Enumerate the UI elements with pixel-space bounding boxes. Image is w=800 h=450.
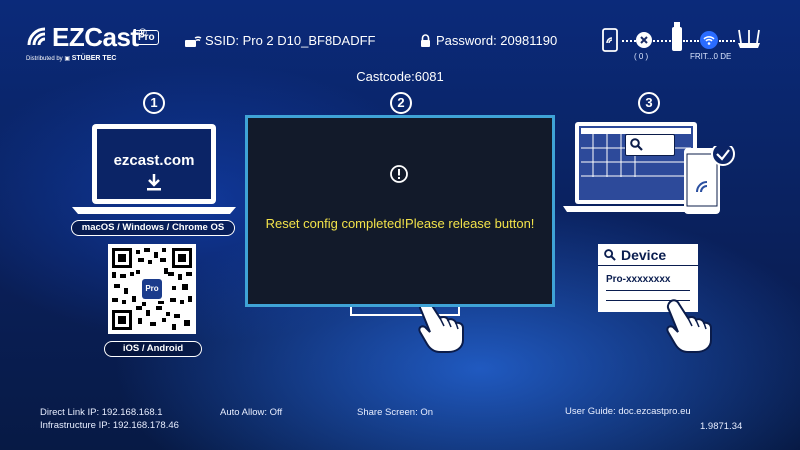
pointing-hand-icon bbox=[666, 299, 712, 353]
share-screen-status: Share Screen: On bbox=[357, 407, 434, 418]
password-info: Password: 20981190 bbox=[420, 33, 557, 48]
download-icon bbox=[147, 174, 161, 191]
step-2-number: 2 bbox=[390, 92, 412, 114]
laptop-illustration: ezcast.com bbox=[72, 124, 236, 220]
link-dots bbox=[683, 40, 699, 42]
infrastructure-ip: Infrastructure IP: 192.168.178.46 bbox=[40, 420, 179, 431]
device-card-header: Device bbox=[598, 244, 698, 266]
firmware-version: 1.9871.34 bbox=[700, 421, 743, 432]
ezcast-mark-icon bbox=[27, 27, 46, 46]
device-count: ( 0 ) bbox=[634, 52, 649, 61]
password-text: Password: 20981190 bbox=[436, 33, 558, 48]
qr-code: Pro bbox=[108, 244, 196, 334]
brand-pro-badge: Pro bbox=[134, 30, 159, 45]
laptop-phone-illustration bbox=[563, 122, 739, 218]
phone-app-icon bbox=[684, 146, 735, 214]
connection-status-chain: ( 0 ) FRIT...0 DE bbox=[600, 22, 780, 68]
direct-link-ip: Direct Link IP: 192.168.168.1 bbox=[40, 407, 163, 418]
link-dots bbox=[719, 40, 735, 42]
qr-pro-badge: Pro bbox=[142, 279, 162, 299]
router-icon bbox=[738, 29, 760, 48]
ssid-text: SSID: Pro 2 D10_BF8DADFF bbox=[205, 33, 376, 48]
disconnected-icon bbox=[636, 32, 652, 48]
dialog-message: Reset config completed!Please release bu… bbox=[265, 216, 535, 231]
warning-icon bbox=[390, 165, 408, 183]
auto-allow-status: Auto Allow: Off bbox=[220, 407, 283, 418]
laptop-url: ezcast.com bbox=[113, 152, 195, 169]
step-3-number: 3 bbox=[638, 92, 660, 114]
search-icon bbox=[630, 138, 643, 151]
wifi-projector-icon bbox=[185, 35, 202, 47]
reset-dialog: Reset config completed!Please release bu… bbox=[245, 115, 555, 307]
mobile-os-label: iOS / Android bbox=[104, 341, 202, 357]
os-label: macOS / Windows / Chrome OS bbox=[71, 220, 235, 236]
link-dots bbox=[653, 40, 671, 42]
link-dots bbox=[622, 40, 636, 42]
search-icon bbox=[604, 248, 616, 261]
castcode: Castcode:6081 bbox=[356, 69, 444, 84]
ssid-info: SSID: Pro 2 D10_BF8DADFF bbox=[184, 33, 376, 48]
search-box bbox=[625, 134, 675, 156]
ezcast-logo: EZCast® Pro Distributed by ▣ STÜBER TEC bbox=[26, 22, 159, 70]
lock-icon bbox=[421, 34, 430, 47]
dongle-icon bbox=[672, 22, 682, 51]
wifi-icon bbox=[700, 31, 718, 49]
device-name: Pro-xxxxxxxx bbox=[606, 274, 671, 285]
device-title: Device bbox=[621, 246, 667, 263]
user-guide: User Guide: doc.ezcastpro.eu bbox=[565, 406, 691, 417]
network-name: FRIT...0 DE bbox=[690, 52, 732, 61]
step-1-number: 1 bbox=[143, 92, 165, 114]
phone-icon bbox=[602, 28, 618, 52]
distributor-line: Distributed by ▣ STÜBER TEC bbox=[26, 55, 117, 62]
brand-name: EZCast® bbox=[52, 22, 147, 52]
device-divider bbox=[606, 290, 690, 291]
